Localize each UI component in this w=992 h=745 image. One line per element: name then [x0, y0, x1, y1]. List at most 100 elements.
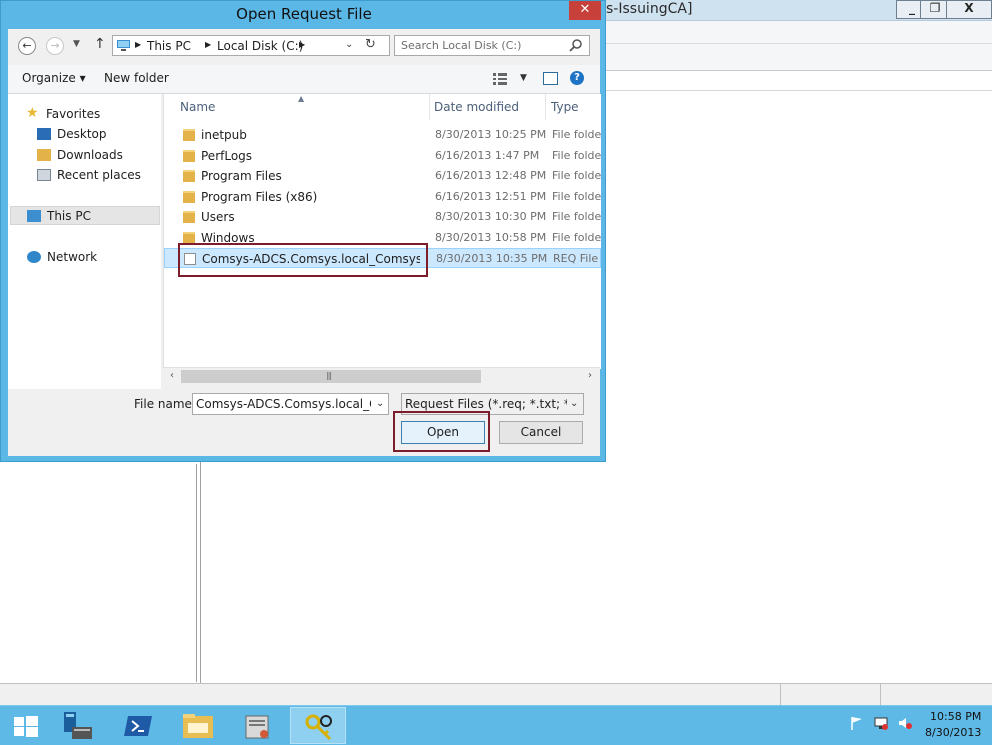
file-name: inetpub — [201, 128, 247, 142]
console-tree-pane[interactable] — [0, 464, 197, 682]
search-icon[interactable] — [569, 38, 583, 52]
this-pc-icon — [117, 40, 130, 51]
file-row[interactable]: PerfLogs 6/16/2013 1:47 PM File folder — [164, 146, 601, 166]
file-type: File folder — [552, 169, 601, 182]
refresh-icon[interactable]: ↻ — [365, 37, 376, 52]
help-icon[interactable]: ? — [570, 71, 584, 85]
organize-button[interactable]: Organize ▾ — [22, 71, 86, 85]
dialog-title: Open Request File — [236, 5, 372, 23]
downloads-icon — [37, 149, 51, 161]
file-name: Users — [201, 210, 235, 224]
search-input[interactable] — [395, 36, 571, 55]
status-bar — [0, 683, 992, 706]
highlight-box-selected-file — [178, 243, 428, 277]
nav-network-label: Network — [47, 250, 98, 264]
taskbar-file-explorer[interactable] — [170, 707, 226, 744]
navigation-pane: ★ Favorites Desktop Downloads Recent pla… — [8, 94, 161, 389]
folder-icon — [183, 129, 195, 141]
folder-icon — [183, 150, 195, 162]
forward-button[interactable]: → — [46, 37, 64, 55]
nav-recent-label: Recent places — [57, 168, 141, 182]
file-row[interactable]: inetpub 8/30/2013 10:25 PM File folder — [164, 125, 601, 145]
nav-this-pc-label: This PC — [47, 209, 91, 223]
forward-arrow-icon: → — [50, 39, 60, 52]
breadcrumb-chevron-icon[interactable]: ▶ — [299, 40, 305, 49]
file-name-label: File name: — [134, 397, 196, 411]
search-box[interactable] — [394, 35, 590, 56]
recent-places-icon — [37, 169, 51, 181]
file-date: 6/16/2013 1:47 PM — [435, 149, 540, 162]
file-list: ▲ Name Date modified Type inetpub 8/30/2… — [163, 94, 601, 369]
breadcrumb-this-pc[interactable]: This PC — [147, 39, 191, 53]
folder-icon — [183, 211, 195, 223]
nav-desktop-label: Desktop — [57, 127, 107, 141]
background-menu-bar — [606, 21, 992, 44]
status-separator — [780, 684, 781, 706]
address-dropdown-icon[interactable]: ⌄ — [345, 39, 353, 50]
file-explorer-icon — [183, 714, 213, 738]
chevron-down-icon[interactable]: ⌄ — [376, 398, 384, 409]
file-row[interactable]: Program Files 6/16/2013 12:48 PM File fo… — [164, 166, 601, 186]
scroll-right-icon[interactable]: › — [583, 369, 597, 383]
highlight-box-open-button — [393, 411, 490, 452]
breadcrumb-chevron-icon[interactable]: ▶ — [135, 40, 141, 49]
windows-logo-icon — [14, 716, 38, 737]
certification-authority-icon — [245, 715, 269, 739]
taskbar-server-manager[interactable] — [52, 707, 108, 744]
desktop-icon — [37, 128, 51, 140]
file-type: File folder — [552, 128, 601, 141]
taskbar: 10:58 PM 8/30/2013 — [0, 705, 992, 745]
close-window-button[interactable]: X — [946, 0, 992, 19]
start-button[interactable] — [0, 707, 56, 744]
server-manager-icon — [64, 712, 92, 739]
file-name: PerfLogs — [201, 149, 253, 163]
file-type: File folder — [552, 190, 601, 203]
change-view-icon[interactable] — [493, 73, 507, 85]
new-folder-button[interactable]: New folder — [104, 71, 169, 85]
column-header-date-modified[interactable]: Date modified — [434, 100, 519, 114]
nav-favorites-label: Favorites — [46, 107, 101, 121]
file-name: Program Files — [201, 169, 282, 183]
address-bar[interactable]: ▶ This PC ▶ Local Disk (C:) ▶ ⌄ ↻ — [112, 35, 390, 56]
chevron-down-icon[interactable]: ⌄ — [570, 398, 578, 409]
network-status-icon[interactable] — [874, 716, 888, 730]
clock-time[interactable]: 10:58 PM — [930, 710, 981, 723]
back-button[interactable]: ← — [18, 37, 36, 55]
taskbar-certificate-keys[interactable] — [290, 707, 346, 744]
horizontal-scrollbar[interactable]: ‹ ||| › — [163, 367, 600, 385]
file-name: Program Files (x86) — [201, 190, 318, 204]
taskbar-powershell[interactable] — [110, 707, 166, 744]
file-date: 6/16/2013 12:48 PM — [435, 169, 547, 182]
column-header-type[interactable]: Type — [551, 100, 579, 114]
file-name-combobox[interactable]: ⌄ — [192, 393, 389, 415]
dialog-close-button[interactable]: ✕ — [569, 1, 601, 20]
clock-date[interactable]: 8/30/2013 — [925, 726, 981, 739]
star-icon: ★ — [26, 105, 39, 121]
file-row[interactable]: Program Files (x86) 6/16/2013 12:51 PM F… — [164, 187, 601, 207]
certificate-keys-icon — [305, 714, 332, 741]
file-name-input[interactable] — [193, 394, 371, 414]
speaker-muted-icon[interactable] — [898, 716, 912, 730]
scroll-left-icon[interactable]: ‹ — [165, 369, 179, 383]
column-separator[interactable] — [429, 94, 430, 120]
view-options-dropdown-icon[interactable]: ▼ — [520, 73, 527, 83]
recent-locations-dropdown-icon[interactable]: ▼ — [73, 39, 80, 49]
up-arrow-icon[interactable]: ↑ — [94, 36, 106, 52]
column-header-name[interactable]: Name — [180, 100, 215, 114]
scrollbar-thumb[interactable]: ||| — [181, 370, 481, 383]
file-type: File folder — [552, 149, 601, 162]
breadcrumb-chevron-icon[interactable]: ▶ — [205, 40, 211, 49]
preview-pane-icon[interactable] — [543, 72, 558, 85]
scrollbar-grip-icon: ||| — [326, 371, 332, 380]
cancel-button[interactable]: Cancel — [499, 421, 583, 444]
file-type-selected: Request Files (*.req; *.txt; *.cmc — [405, 397, 567, 411]
file-date: 8/30/2013 10:25 PM — [435, 128, 547, 141]
file-row[interactable]: Users 8/30/2013 10:30 PM File folder — [164, 207, 601, 227]
command-toolbar: Organize ▾ New folder ▼ ? — [8, 65, 600, 94]
this-pc-icon — [27, 210, 41, 222]
file-date: 6/16/2013 12:51 PM — [435, 190, 547, 203]
action-center-flag-icon[interactable] — [850, 716, 864, 730]
column-separator[interactable] — [545, 94, 546, 120]
taskbar-certification-authority[interactable] — [230, 707, 286, 744]
breadcrumb-local-disk[interactable]: Local Disk (C:) — [217, 39, 303, 53]
